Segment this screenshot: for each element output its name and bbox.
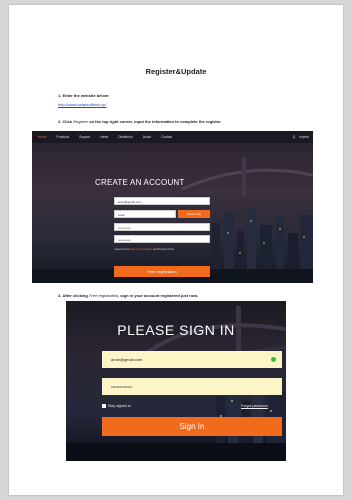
sign-in-button[interactable]: Sign In [102, 417, 282, 436]
email-field[interactable]: anne@gmail.com [114, 197, 210, 205]
nav-products[interactable]: Products [57, 135, 70, 139]
nav-imprint[interactable]: Imprint [299, 135, 309, 139]
agree-terms[interactable]: I agree to the Terms & Conditions and Pr… [114, 248, 214, 252]
nav-support[interactable]: Support [79, 135, 90, 139]
forgot-password-link[interactable]: Forgot password [241, 404, 268, 408]
sign-in-title: PLEASE SIGN IN [117, 322, 235, 338]
valid-indicator-icon [271, 357, 276, 362]
confirm-password-field[interactable]: •••••••••••• [114, 235, 210, 243]
free-registration-button[interactable]: Free registration [114, 266, 210, 277]
search-icon[interactable]: Q [293, 135, 295, 139]
signin-email-field[interactable]: anne@gmail.com [102, 351, 282, 368]
step-3: 3. After clicking Free registration, sig… [58, 293, 199, 298]
step-1: 1. Enter the website below: [58, 93, 110, 98]
nav-news[interactable]: News [100, 135, 108, 139]
nav-home[interactable]: Home [38, 135, 47, 139]
code-field[interactable]: code [114, 210, 176, 218]
nav-about[interactable]: About [143, 135, 151, 139]
document-page: Register&Update 1. Enter the website bel… [9, 5, 343, 495]
bridge-illustration [136, 306, 286, 367]
signin-screenshot: PLEASE SIGN IN anne@gmail.com ••••••••••… [66, 301, 286, 461]
register-screenshot: Home Products Support News Distributor A… [32, 131, 313, 283]
nav-distributor[interactable]: Distributor [118, 135, 133, 139]
signin-password-field[interactable]: ••••••••••••••• [102, 378, 282, 395]
password-field[interactable]: •••••••••••• [114, 223, 210, 231]
nav-contact[interactable]: Contact [161, 135, 172, 139]
site-navbar: Home Products Support News Distributor A… [32, 131, 313, 143]
step-2: 2. Click Register on the top right corne… [58, 119, 222, 124]
website-link[interactable]: http://www.sofarsolltech.cp/ [58, 102, 106, 107]
create-account-title: CREATE AN ACCOUNT [95, 178, 185, 187]
document-title: Register&Update [145, 67, 207, 76]
checkbox-icon[interactable] [102, 404, 106, 408]
stay-signed-in-checkbox[interactable]: Stay signed in [102, 404, 131, 408]
nav-right: Q Imprint [289, 131, 309, 143]
send-code-button[interactable]: Send code [178, 210, 210, 218]
